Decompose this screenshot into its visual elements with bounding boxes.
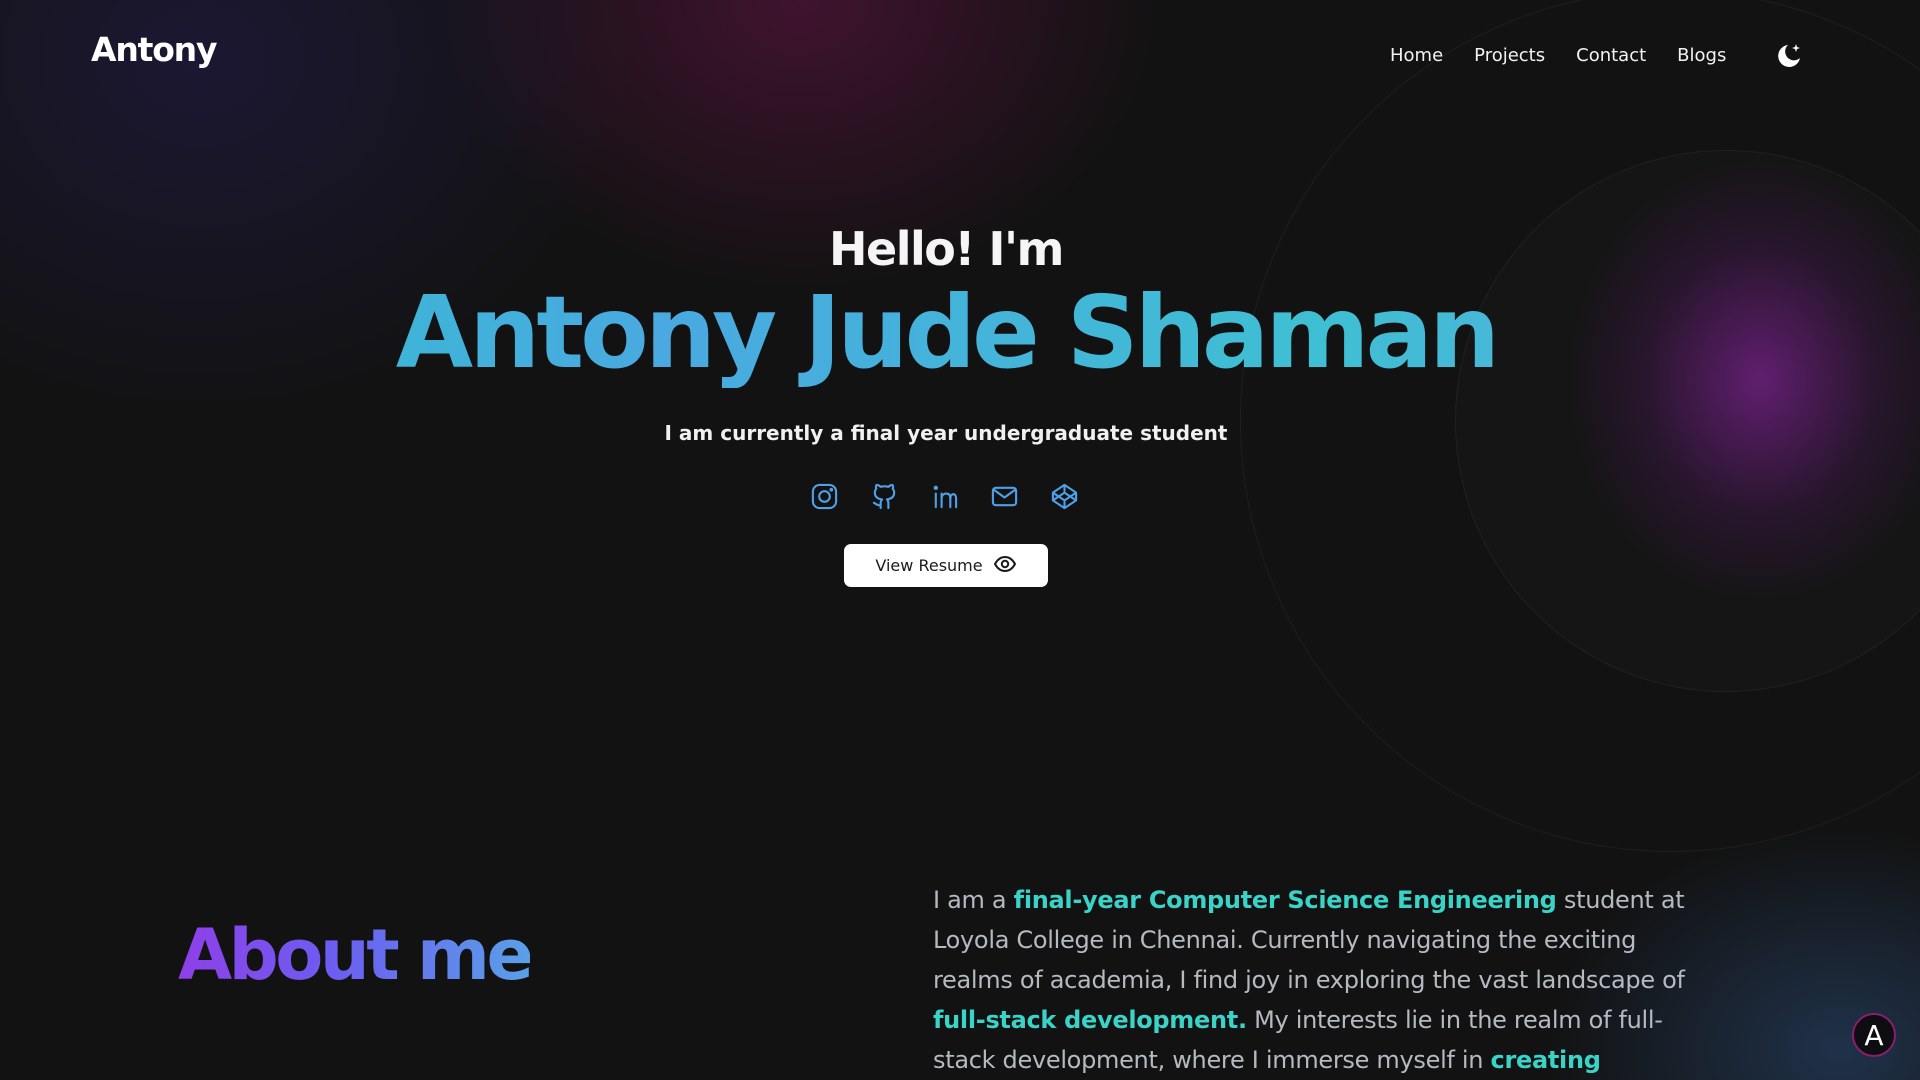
about-title: About me bbox=[178, 914, 534, 996]
about-text-part: I am a bbox=[933, 886, 1014, 914]
eye-icon bbox=[993, 552, 1017, 580]
hero-name: Antony Jude Shaman bbox=[0, 278, 1892, 388]
nav-link-home[interactable]: Home bbox=[1390, 45, 1443, 66]
linkedin-icon[interactable] bbox=[930, 482, 959, 511]
github-icon[interactable] bbox=[870, 482, 899, 511]
main-nav: Home Projects Contact Blogs bbox=[1390, 45, 1726, 66]
hero-subtitle: I am currently a final year undergraduat… bbox=[664, 421, 1228, 445]
nav-link-contact[interactable]: Contact bbox=[1576, 45, 1646, 66]
social-links bbox=[810, 482, 1079, 511]
view-resume-label: View Resume bbox=[875, 556, 983, 575]
about-highlight: full-stack development. bbox=[933, 1006, 1247, 1034]
floating-badge-button[interactable]: A bbox=[1852, 1013, 1896, 1057]
hero-greeting: Hello! I'm bbox=[829, 222, 1064, 276]
site-logo[interactable]: Antony bbox=[91, 30, 217, 69]
mail-icon[interactable] bbox=[990, 482, 1019, 511]
about-text: I am a final-year Computer Science Engin… bbox=[933, 880, 1713, 1080]
codepen-icon[interactable] bbox=[1050, 482, 1079, 511]
nav-link-projects[interactable]: Projects bbox=[1474, 45, 1545, 66]
about-highlight: final-year Computer Science Engineering bbox=[1013, 886, 1557, 914]
page: Antony Home Projects Contact Blogs Hello… bbox=[0, 0, 1920, 1080]
moon-stars-icon[interactable] bbox=[1774, 41, 1804, 71]
nav-link-blogs[interactable]: Blogs bbox=[1677, 45, 1726, 66]
instagram-icon[interactable] bbox=[810, 482, 839, 511]
view-resume-button[interactable]: View Resume bbox=[844, 544, 1048, 587]
